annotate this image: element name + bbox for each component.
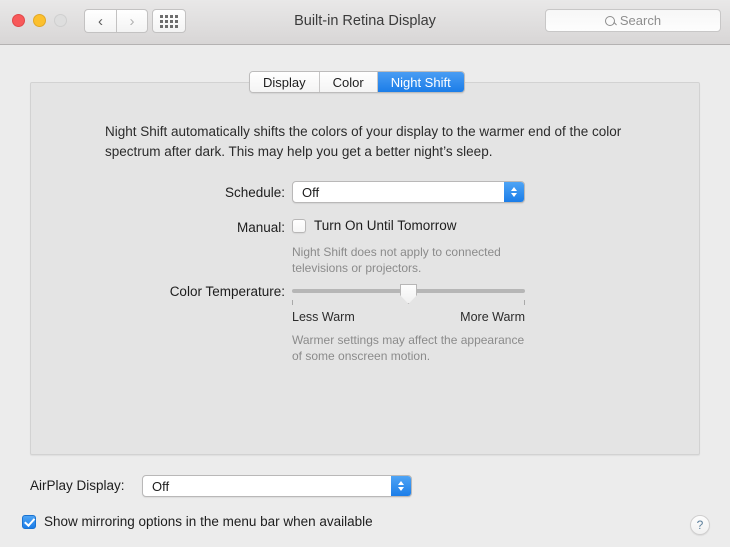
window-titlebar: ‹ › Built-in Retina Display Search (0, 0, 730, 45)
search-icon (604, 15, 615, 26)
schedule-label: Schedule: (224, 185, 285, 200)
color-temperature-label: Color Temperature: (169, 284, 285, 299)
airplay-display-value: Off (152, 478, 170, 494)
tab-night-shift[interactable]: Night Shift (377, 72, 464, 92)
airplay-display-label: AirPlay Display: (30, 478, 125, 493)
show-mirroring-options-checkbox[interactable] (22, 514, 36, 529)
airplay-display-popup-button[interactable]: Off (142, 475, 412, 497)
turn-on-until-tomorrow-checkbox[interactable] (292, 218, 306, 233)
tab-color[interactable]: Color (319, 72, 378, 92)
slider-max-label: More Warm (460, 310, 525, 324)
slider-tick-max (524, 300, 525, 305)
tab-display[interactable]: Display (250, 72, 320, 92)
schedule-value: Off (302, 184, 320, 200)
manual-hint-text: Night Shift does not apply to connected … (292, 245, 501, 275)
schedule-popup-button[interactable]: Off (292, 181, 525, 203)
question-mark-icon: ? (696, 518, 704, 532)
show-mirroring-options-label: Show mirroring options in the menu bar w… (44, 514, 373, 529)
show-mirroring-options-row[interactable]: Show mirroring options in the menu bar w… (22, 514, 373, 529)
search-field[interactable]: Search (545, 9, 721, 32)
chevron-updown-icon (504, 182, 524, 202)
slider-min-label: Less Warm (292, 310, 355, 324)
search-placeholder: Search (619, 13, 662, 28)
manual-label: Manual: (236, 220, 285, 235)
slider-tick-min (292, 300, 293, 305)
help-button[interactable]: ? (690, 515, 710, 535)
turn-on-until-tomorrow-row[interactable]: Turn On Until Tomorrow (292, 218, 457, 233)
night-shift-description: Night Shift automatically shifts the col… (105, 124, 622, 159)
color-temperature-hint-text: Warmer settings may affect the appearanc… (292, 333, 525, 363)
turn-on-until-tomorrow-label: Turn On Until Tomorrow (314, 218, 457, 233)
tab-bar: Display Color Night Shift (249, 71, 465, 93)
chevron-updown-icon (391, 476, 411, 496)
